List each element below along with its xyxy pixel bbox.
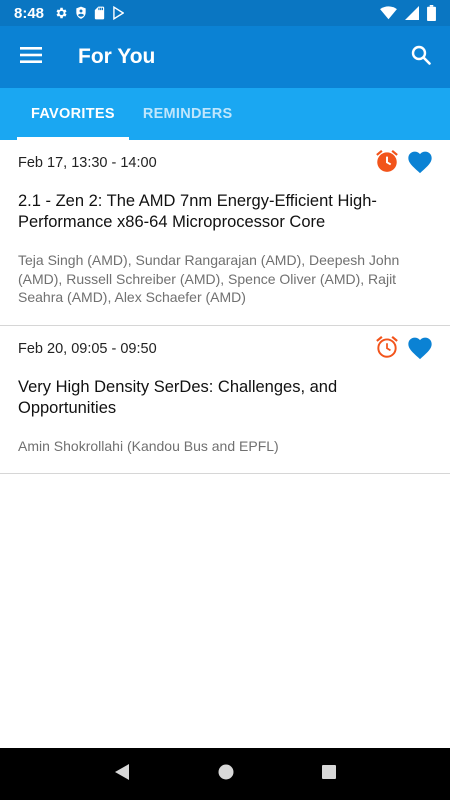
signal-icon: [405, 6, 419, 20]
page-title: For You: [78, 45, 156, 68]
session-time: Feb 20, 09:05 - 09:50: [18, 340, 157, 357]
status-time: 8:48: [14, 4, 45, 22]
tab-favorites-label: FAVORITES: [31, 106, 115, 122]
back-icon[interactable]: [113, 763, 131, 786]
session-card[interactable]: Feb 17, 13:30 - 14:00 2.1 - Zen 2: The A…: [0, 140, 450, 326]
heart-filled-icon[interactable]: [406, 334, 434, 360]
home-icon[interactable]: [217, 763, 235, 786]
status-bar: 8:48: [0, 0, 450, 26]
session-authors: Teja Singh (AMD), Sundar Rangarajan (AMD…: [18, 252, 400, 305]
card-actions: [374, 334, 434, 360]
tab-favorites[interactable]: FAVORITES: [17, 88, 129, 140]
recents-icon[interactable]: [321, 764, 337, 785]
heart-filled-icon[interactable]: [406, 148, 434, 174]
sd-card-icon: [94, 6, 105, 20]
hamburger-menu-icon: [20, 46, 42, 68]
session-list: Feb 17, 13:30 - 14:00 2.1 - Zen 2: The A…: [0, 140, 450, 474]
search-icon: [411, 45, 431, 70]
status-right-icons: [380, 5, 436, 21]
card-actions: [374, 148, 434, 174]
alarm-filled-icon[interactable]: [374, 148, 400, 174]
play-store-icon: [112, 6, 125, 20]
menu-button[interactable]: [0, 26, 62, 88]
gear-icon: [54, 6, 68, 20]
tab-bar: FAVORITES REMINDERS: [0, 88, 450, 140]
wifi-icon: [380, 6, 397, 20]
shield-icon: [75, 6, 87, 20]
tab-reminders[interactable]: REMINDERS: [129, 88, 247, 140]
session-time: Feb 17, 13:30 - 14:00: [18, 155, 157, 171]
session-title: Very High Density SerDes: Challenges, an…: [18, 377, 338, 417]
session-card[interactable]: Feb 20, 09:05 - 09:50 Very High Density …: [0, 326, 450, 474]
search-button[interactable]: [394, 26, 448, 88]
session-authors: Amin Shokrollahi (Kandou Bus and EPFL): [18, 437, 279, 454]
status-left-icons: [54, 6, 125, 20]
session-title: 2.1 - Zen 2: The AMD 7nm Energy-Efficien…: [18, 192, 377, 231]
tab-reminders-label: REMINDERS: [142, 106, 233, 122]
app-bar: For You: [0, 26, 450, 88]
battery-icon: [427, 5, 436, 21]
alarm-outline-icon[interactable]: [374, 334, 400, 360]
system-nav-bar: [0, 748, 450, 800]
